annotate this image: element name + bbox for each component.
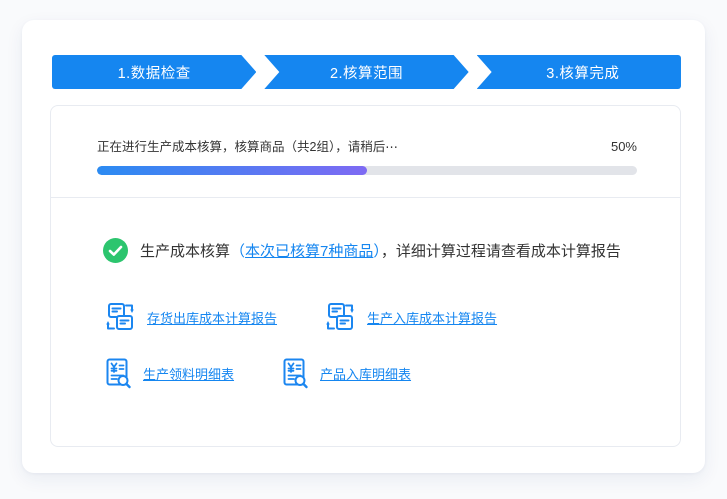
progress-bar xyxy=(97,166,637,175)
success-check-icon xyxy=(103,238,128,263)
result-row: 生产成本核算（本次已核算7种商品），详细计算过程请查看成本计算报告 xyxy=(103,238,650,263)
progress-percent: 50% xyxy=(611,139,637,154)
report-link-label: 产品入库明细表 xyxy=(320,364,411,383)
step-3-complete[interactable]: 3.核算完成 xyxy=(477,55,681,89)
result-paren-close: ） xyxy=(373,243,381,260)
report-link-product-inbound-detail[interactable]: 产品入库明细表 xyxy=(280,357,411,389)
step-2-label: 2.核算范围 xyxy=(330,62,403,83)
report-link-label: 生产领料明细表 xyxy=(143,364,234,383)
progress-fill xyxy=(97,166,367,175)
result-suffix: ，详细计算过程请查看成本计算报告 xyxy=(381,243,621,260)
transfer-doc-icon xyxy=(103,301,137,333)
step-1-label: 1.数据检查 xyxy=(118,62,191,83)
invoice-search-icon xyxy=(280,357,310,389)
report-link-material-issue-detail[interactable]: 生产领料明细表 xyxy=(103,357,234,389)
content-section: 生产成本核算（本次已核算7种商品），详细计算过程请查看成本计算报告 xyxy=(51,198,680,389)
result-summary: 生产成本核算（本次已核算7种商品），详细计算过程请查看成本计算报告 xyxy=(140,240,621,261)
invoice-search-icon xyxy=(103,357,133,389)
result-panel: 正在进行生产成本核算，核算商品（共2组），请稍后⋯ 50% 生产成本核算（本次已… xyxy=(50,105,681,447)
result-paren-open: （ xyxy=(230,243,245,260)
report-row-2: 生产领料明细表 产品入库 xyxy=(103,357,650,389)
progress-message: 正在进行生产成本核算，核算商品（共2组），请稍后⋯ xyxy=(97,136,398,155)
transfer-doc-icon xyxy=(323,301,357,333)
report-link-label: 存货出库成本计算报告 xyxy=(147,308,277,327)
report-row-1: 存货出库成本计算报告 xyxy=(103,301,650,333)
result-count-link[interactable]: 本次已核算7种商品 xyxy=(245,243,373,260)
accounting-wizard-card: 1.数据检查 2.核算范围 3.核算完成 正在进行生产成本核算，核算商品（共2组… xyxy=(22,20,705,473)
step-bar: 1.数据检查 2.核算范围 3.核算完成 xyxy=(52,55,681,89)
report-link-production-inbound-cost[interactable]: 生产入库成本计算报告 xyxy=(323,301,497,333)
report-link-label: 生产入库成本计算报告 xyxy=(367,308,497,327)
step-2-scope[interactable]: 2.核算范围 xyxy=(264,55,468,89)
result-prefix: 生产成本核算 xyxy=(140,243,230,260)
step-1-data-check[interactable]: 1.数据检查 xyxy=(52,55,256,89)
step-3-label: 3.核算完成 xyxy=(546,62,619,83)
progress-section: 正在进行生产成本核算，核算商品（共2组），请稍后⋯ 50% xyxy=(51,106,680,198)
report-link-outbound-cost[interactable]: 存货出库成本计算报告 xyxy=(103,301,277,333)
